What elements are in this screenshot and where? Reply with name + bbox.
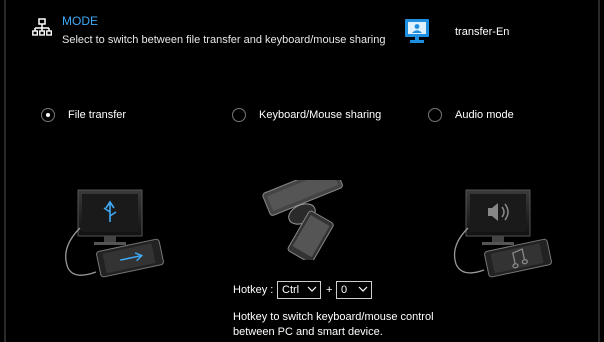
monitor-icon <box>405 19 429 43</box>
panel-left-border <box>4 0 6 342</box>
hotkey-key-value: 0 <box>341 284 348 296</box>
hotkey-label: Hotkey : <box>233 284 274 296</box>
audio-mode-illustration <box>453 189 552 278</box>
audio-mode-radio[interactable] <box>428 108 442 122</box>
hotkey-modifier-select[interactable]: Ctrl <box>277 281 321 299</box>
chevron-down-icon <box>358 286 368 292</box>
panel-right-border <box>598 0 600 342</box>
mode-description: Select to switch between file transfer a… <box>62 34 386 46</box>
connected-device: transfer-En <box>404 18 584 48</box>
hotkey-modifier-value: Ctrl <box>282 284 300 296</box>
file-transfer-label: File transfer <box>68 109 127 121</box>
file-transfer-illustration <box>65 189 164 278</box>
keyboard-mouse-sharing-label: Keyboard/Mouse sharing <box>259 109 382 121</box>
network-icon <box>32 18 52 36</box>
hotkey-key-select[interactable]: 0 <box>336 281 372 299</box>
keyboard-mouse-illustration <box>262 180 343 260</box>
audio-mode-label: Audio mode <box>455 109 514 121</box>
mode-title: MODE <box>62 14 98 28</box>
file-transfer-radio[interactable] <box>41 108 55 122</box>
hotkey-plus: + <box>326 284 333 296</box>
hotkey-help-text: Hotkey to switch keyboard/mouse control … <box>233 311 434 338</box>
device-name: transfer-En <box>455 26 510 38</box>
chevron-down-icon <box>307 286 317 292</box>
keyboard-mouse-sharing-radio[interactable] <box>232 108 246 122</box>
